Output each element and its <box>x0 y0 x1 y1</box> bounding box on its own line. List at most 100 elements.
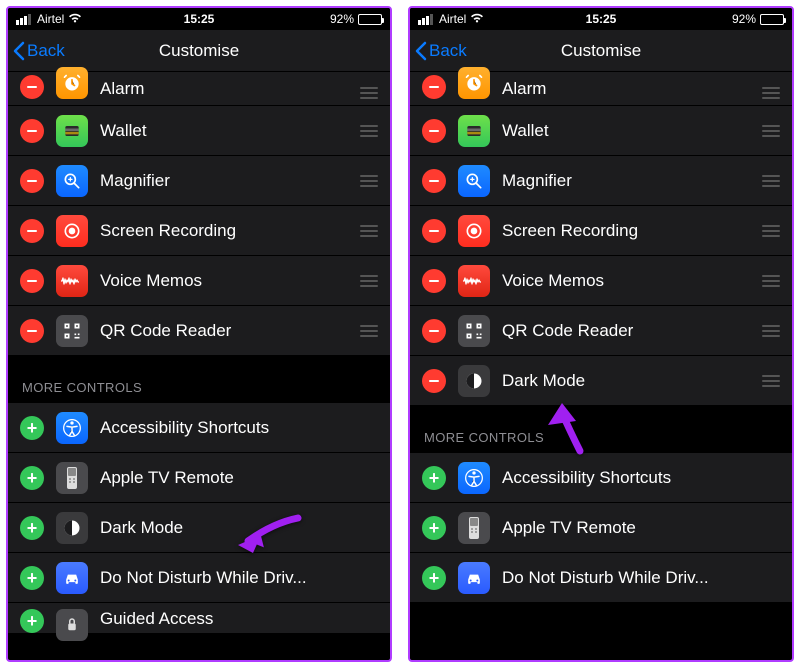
remove-button[interactable] <box>20 219 44 243</box>
add-button[interactable] <box>422 466 446 490</box>
phone-left: Airtel 15:25 92% Back Customise Alarm <box>6 6 392 662</box>
item-label: Apple TV Remote <box>502 518 780 538</box>
screen-recording-icon <box>458 215 490 247</box>
carrier: Airtel <box>37 12 64 26</box>
add-button[interactable] <box>20 566 44 590</box>
section-header: MORE CONTROLS <box>410 406 792 453</box>
remove-button[interactable] <box>422 369 446 393</box>
controls-list[interactable]: Alarm Wallet Magnifier Screen Recording <box>410 72 792 603</box>
list-item[interactable]: Magnifier <box>8 156 390 206</box>
dark-mode-icon <box>56 512 88 544</box>
section-header: MORE CONTROLS <box>8 356 390 403</box>
item-label: Dark Mode <box>100 518 378 538</box>
list-item[interactable]: Alarm <box>410 72 792 106</box>
item-label: Accessibility Shortcuts <box>502 468 780 488</box>
list-item[interactable]: QR Code Reader <box>8 306 390 356</box>
reorder-handle-icon[interactable] <box>762 375 780 387</box>
list-item[interactable]: Accessibility Shortcuts <box>8 403 390 453</box>
add-button[interactable] <box>20 416 44 440</box>
reorder-handle-icon[interactable] <box>360 225 378 237</box>
reorder-handle-icon[interactable] <box>360 325 378 337</box>
add-button[interactable] <box>422 516 446 540</box>
wallet-icon <box>56 115 88 147</box>
item-label: Alarm <box>502 79 754 99</box>
page-title: Customise <box>159 41 239 61</box>
reorder-handle-icon[interactable] <box>360 175 378 187</box>
remove-button[interactable] <box>422 119 446 143</box>
reorder-handle-icon[interactable] <box>762 275 780 287</box>
alarm-icon <box>458 67 490 99</box>
do-not-disturb-driving-icon <box>458 562 490 594</box>
item-label: Magnifier <box>502 171 754 191</box>
remove-button[interactable] <box>422 219 446 243</box>
list-item[interactable]: Do Not Disturb While Driv... <box>8 553 390 603</box>
status-bar: Airtel 15:25 92% <box>410 8 792 30</box>
wifi-icon <box>470 12 484 26</box>
remove-button[interactable] <box>20 269 44 293</box>
voice-memos-icon <box>56 265 88 297</box>
nav-bar: Back Customise <box>410 30 792 72</box>
add-button[interactable] <box>422 566 446 590</box>
dark-mode-icon <box>458 365 490 397</box>
back-button[interactable]: Back <box>8 41 65 61</box>
list-item[interactable]: QR Code Reader <box>410 306 792 356</box>
battery: 92% <box>330 12 382 26</box>
list-item[interactable]: Apple TV Remote <box>8 453 390 503</box>
controls-list[interactable]: Alarm Wallet Magnifier Screen Recording <box>8 72 390 633</box>
list-item[interactable]: Wallet <box>8 106 390 156</box>
reorder-handle-icon[interactable] <box>360 125 378 137</box>
reorder-handle-icon[interactable] <box>360 87 378 99</box>
reorder-handle-icon[interactable] <box>360 275 378 287</box>
item-label: Magnifier <box>100 171 352 191</box>
list-item[interactable]: Voice Memos <box>8 256 390 306</box>
item-label: Screen Recording <box>502 221 754 241</box>
add-button[interactable] <box>20 516 44 540</box>
item-label: QR Code Reader <box>100 321 352 341</box>
list-item[interactable]: Magnifier <box>410 156 792 206</box>
reorder-handle-icon[interactable] <box>762 87 780 99</box>
list-item[interactable]: Apple TV Remote <box>410 503 792 553</box>
list-item[interactable]: Screen Recording <box>8 206 390 256</box>
remove-button[interactable] <box>422 169 446 193</box>
list-item[interactable]: Alarm <box>8 72 390 106</box>
wallet-icon <box>458 115 490 147</box>
item-label: Alarm <box>100 79 352 99</box>
item-label: Guided Access <box>100 609 378 629</box>
reorder-handle-icon[interactable] <box>762 325 780 337</box>
reorder-handle-icon[interactable] <box>762 225 780 237</box>
apple-tv-remote-icon <box>458 512 490 544</box>
add-button[interactable] <box>20 466 44 490</box>
apple-tv-remote-icon <box>56 462 88 494</box>
add-button[interactable] <box>20 609 44 633</box>
clock: 15:25 <box>184 12 215 26</box>
remove-button[interactable] <box>20 119 44 143</box>
status-bar: Airtel 15:25 92% <box>8 8 390 30</box>
list-item[interactable]: Voice Memos <box>410 256 792 306</box>
remove-button[interactable] <box>422 269 446 293</box>
list-item[interactable]: Screen Recording <box>410 206 792 256</box>
item-label: Dark Mode <box>502 371 754 391</box>
list-item[interactable]: Accessibility Shortcuts <box>410 453 792 503</box>
list-item[interactable]: Do Not Disturb While Driv... <box>410 553 792 603</box>
reorder-handle-icon[interactable] <box>762 175 780 187</box>
remove-button[interactable] <box>422 75 446 99</box>
alarm-icon <box>56 67 88 99</box>
list-item[interactable]: Wallet <box>410 106 792 156</box>
item-label: Wallet <box>502 121 754 141</box>
qr-code-icon <box>458 315 490 347</box>
magnifier-icon <box>56 165 88 197</box>
accessibility-icon <box>458 462 490 494</box>
reorder-handle-icon[interactable] <box>762 125 780 137</box>
remove-button[interactable] <box>422 319 446 343</box>
remove-button[interactable] <box>20 75 44 99</box>
item-label: QR Code Reader <box>502 321 754 341</box>
item-label: Screen Recording <box>100 221 352 241</box>
list-item[interactable]: Guided Access <box>8 603 390 633</box>
remove-button[interactable] <box>20 319 44 343</box>
remove-button[interactable] <box>20 169 44 193</box>
back-button[interactable]: Back <box>410 41 467 61</box>
list-item[interactable]: Dark Mode <box>8 503 390 553</box>
voice-memos-icon <box>458 265 490 297</box>
list-item[interactable]: Dark Mode <box>410 356 792 406</box>
item-label: Voice Memos <box>502 271 754 291</box>
